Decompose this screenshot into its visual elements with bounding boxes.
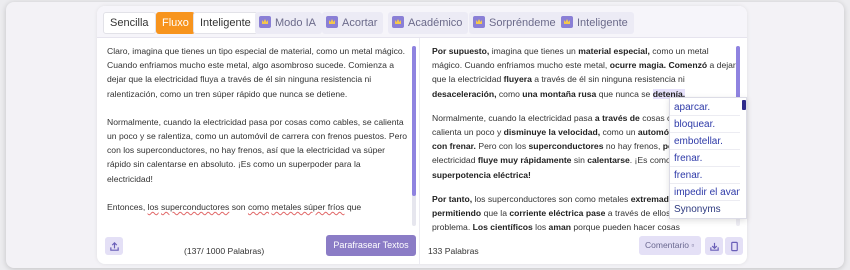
output-text-segment[interactable]: corriente eléctrica pase — [509, 208, 605, 218]
output-text-segment: que la — [481, 208, 510, 219]
input-paragraph: Normalmente, cuando la electricidad pasa… — [107, 116, 407, 184]
output-text-segment[interactable]: fluyera — [504, 74, 532, 84]
output-text-segment[interactable]: superconductores — [529, 141, 604, 151]
output-text-segment[interactable]: ocurre magia. — [610, 60, 666, 70]
output-text-segment[interactable]: material especial, — [578, 46, 650, 56]
output-text-segment: Normalmente, cuando la electricidad pasa — [432, 112, 595, 123]
output-text-segment: los — [532, 222, 549, 232]
crown-icon — [326, 16, 338, 28]
output-text-segment[interactable]: fluye muy rápidamente — [478, 155, 572, 165]
download-icon — [709, 242, 719, 251]
copy-button[interactable] — [725, 237, 743, 255]
input-text-area[interactable]: Claro, imagina que tienes un tipo especi… — [107, 44, 407, 224]
output-text-segment[interactable]: disminuye la velocidad, — [504, 127, 600, 137]
upload-button[interactable] — [105, 237, 123, 255]
input-paragraph: Entonces, los superconductores son como … — [107, 201, 362, 212]
output-text-segment: a través de él sin ninguna resistencia n… — [531, 74, 685, 85]
output-text-segment: como — [496, 88, 523, 99]
crown-icon — [473, 16, 485, 28]
download-button[interactable] — [705, 237, 723, 255]
mode-acortar[interactable]: Acortar — [322, 12, 384, 34]
output-word-count: 133 Palabras — [428, 246, 479, 256]
output-text-segment[interactable]: desaceleración, — [432, 89, 497, 99]
mode-bar: Sencilla Fluxo Inteligente Modo IA Acort… — [97, 6, 747, 38]
synonyms-footer: Synonyms — [669, 201, 747, 219]
output-text-segment[interactable]: Por supuesto, — [432, 46, 489, 56]
mode-inteligente-premium[interactable]: Inteligente — [557, 12, 634, 34]
output-text-segment: sin — [571, 155, 588, 166]
input-word-count: (137/ 1000 Palabras) — [184, 246, 265, 256]
paraphraser-card: Sencilla Fluxo Inteligente Modo IA Acort… — [97, 6, 747, 264]
mode-sorprendeme[interactable]: Sorpréndeme — [469, 12, 562, 34]
mode-fluxo[interactable]: Fluxo — [156, 12, 195, 34]
synonym-option[interactable]: frenar. — [670, 167, 740, 184]
synonym-option[interactable]: bloquear. — [670, 116, 740, 133]
comment-button[interactable]: Comentario ▫ — [639, 236, 701, 255]
input-scrollbar[interactable] — [412, 46, 416, 226]
output-text-segment: porque pueden hacer cosas — [571, 222, 680, 232]
scrollbar-thumb[interactable] — [412, 46, 416, 196]
output-text-segment[interactable]: superpotencia eléctrica! — [432, 170, 531, 180]
mode-academico[interactable]: Académico — [388, 12, 469, 34]
output-text-segment[interactable]: una montaña rusa — [522, 89, 596, 99]
output-text-segment: los superconductores son como metales — [472, 193, 631, 204]
output-text-segment: imagina que tienes un — [489, 46, 579, 56]
output-text-segment: Pero con los — [475, 141, 529, 152]
synonym-option[interactable]: impedir el avance — [670, 184, 740, 201]
mode-inteligente[interactable]: Inteligente — [193, 12, 258, 34]
crown-icon — [392, 16, 404, 28]
output-text-segment[interactable]: a través de — [595, 113, 640, 123]
pane-divider — [419, 38, 420, 264]
output-text-segment[interactable]: frenar. — [450, 141, 476, 151]
output-paragraph: Por supuesto, imagina que tienes un mate… — [432, 44, 737, 101]
output-text-segment[interactable]: aman — [549, 222, 571, 232]
input-paragraph: Claro, imagina que tienes un tipo especi… — [107, 46, 406, 99]
crown-icon — [561, 16, 573, 28]
paraphrase-button[interactable]: Parafrasear Textos — [326, 235, 416, 256]
synonym-scrollbar[interactable] — [742, 100, 746, 110]
output-text-segment[interactable]: calentarse — [587, 155, 630, 165]
output-text-segment[interactable]: permitiendo — [432, 208, 481, 218]
synonym-option[interactable]: frenar. — [670, 150, 740, 167]
upload-icon — [109, 241, 119, 251]
copy-icon — [730, 241, 738, 251]
comment-icon: ▫ — [691, 240, 695, 250]
crown-icon — [259, 16, 271, 28]
output-text-segment: que nunca se — [596, 88, 653, 99]
output-text-segment: como un — [600, 127, 638, 138]
output-text-segment[interactable]: Por tanto, — [432, 194, 472, 204]
output-text-segment[interactable]: Los científicos — [473, 222, 533, 232]
output-text-segment: no hay frenos, — [603, 141, 663, 152]
mode-modo-ia[interactable]: Modo IA — [255, 12, 322, 34]
output-text-segment[interactable]: Comenzó — [668, 60, 707, 70]
synonym-option[interactable]: aparcar. — [670, 99, 740, 116]
synonym-option[interactable]: embotellar. — [670, 133, 740, 150]
mode-sencilla[interactable]: Sencilla — [103, 12, 156, 34]
